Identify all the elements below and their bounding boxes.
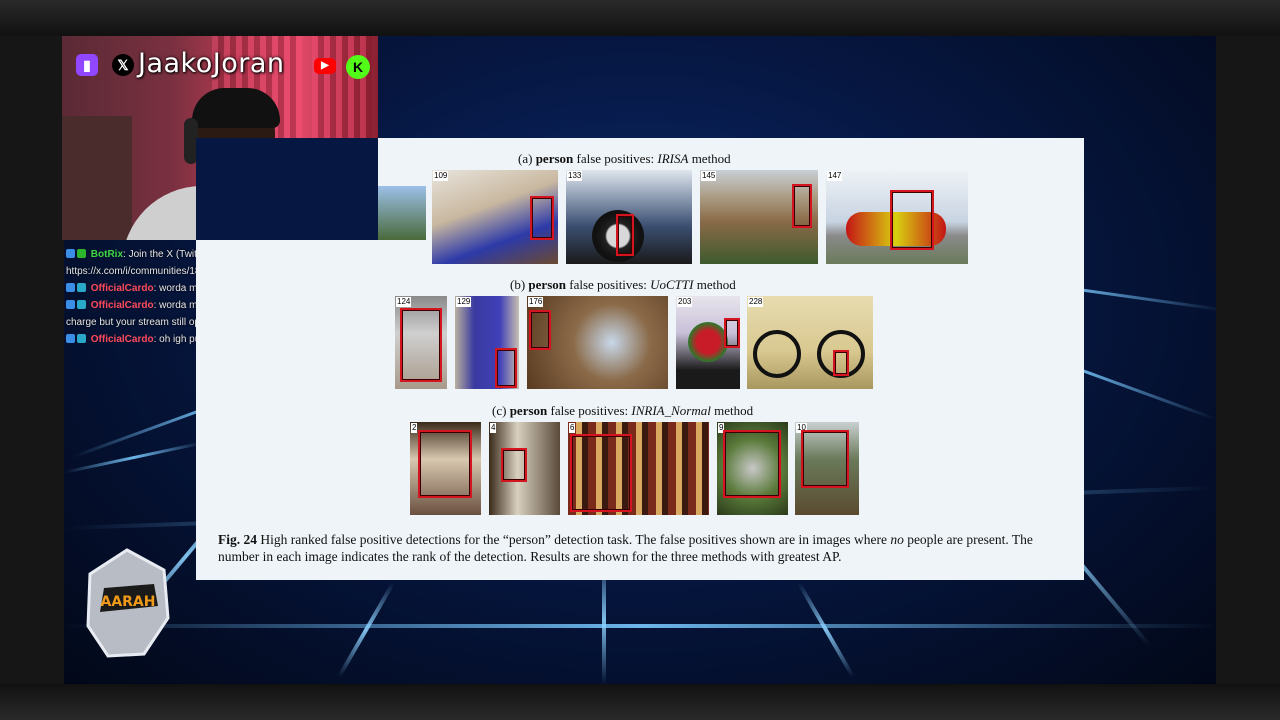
chat-username: OfficialCardo — [90, 300, 154, 311]
badge-icon — [77, 334, 86, 343]
detection-box — [724, 318, 740, 348]
figure-thumbnail: 6 — [568, 422, 709, 515]
figure-thumbnail: 147 — [826, 170, 968, 264]
badge-icon — [77, 283, 86, 292]
chat-username: OfficialCardo — [90, 283, 154, 294]
badge-icon — [66, 283, 75, 292]
verified-icon — [77, 249, 86, 258]
rank-label: 147 — [827, 171, 843, 181]
detection-box — [400, 308, 442, 382]
badge-icon — [66, 300, 75, 309]
subfigure-caption-c: (c) person false positives: INRIA_Normal… — [492, 403, 754, 418]
badge-icon — [77, 300, 86, 309]
detection-box — [530, 196, 554, 240]
figure-thumbnail: 133 — [566, 170, 692, 264]
figure-thumbnail: 203 — [676, 296, 740, 389]
figure-thumbnail: 9 — [717, 422, 788, 515]
rank-label: 145 — [701, 171, 717, 181]
detection-box — [501, 448, 527, 482]
youtube-icon: ▶ — [314, 58, 336, 74]
chat-username: BotRix — [90, 249, 124, 260]
rank-label: 228 — [748, 297, 764, 307]
figure-caption: Fig. 24 High ranked false positive detec… — [218, 532, 1033, 564]
rank-label: 6 — [569, 423, 576, 433]
rank-label: 176 — [528, 297, 544, 307]
detection-box — [570, 434, 632, 512]
twitch-icon: ▮ — [76, 54, 98, 76]
figure-thumbnail: 10 — [795, 422, 859, 515]
figure-thumbnail: 129 — [455, 296, 519, 389]
detection-box — [418, 430, 472, 498]
stream-bottom-border — [0, 684, 1280, 720]
detection-box — [723, 430, 781, 498]
figure-thumbnail: 145 — [700, 170, 818, 264]
rank-label: 203 — [677, 297, 693, 307]
rank-label: 133 — [567, 171, 583, 181]
subfigure-caption-b: (b) person false positives: UoCTTI metho… — [510, 277, 736, 292]
rank-label: 124 — [396, 297, 412, 307]
streamer-logo: AARAH — [86, 548, 170, 658]
detection-box — [801, 430, 849, 488]
stream-top-border — [0, 0, 1280, 36]
figure-thumbnail: 124 — [395, 296, 447, 389]
figure-thumbnail: 4 — [489, 422, 560, 515]
detection-box — [792, 184, 812, 228]
figure-thumbnail: 2 — [410, 422, 481, 515]
paper-figure-panel: (a) person false positives: IRISA method… — [196, 138, 1084, 580]
rank-label: 4 — [490, 423, 497, 433]
detection-box — [495, 348, 517, 388]
channel-name: JaakoJoran — [138, 48, 285, 79]
chat-username: OfficialCardo — [90, 334, 154, 345]
figure-thumbnail: 109 — [432, 170, 558, 264]
rank-label: 2 — [411, 423, 418, 433]
stream-right-border — [1216, 36, 1280, 684]
detection-box — [833, 350, 849, 376]
logo-text: AARAH — [100, 594, 155, 610]
badge-icon — [66, 334, 75, 343]
detection-box — [616, 214, 634, 256]
rank-label: 129 — [456, 297, 472, 307]
detection-box — [529, 310, 551, 350]
x-icon: 𝕏 — [112, 54, 134, 76]
subfigure-caption-a: (a) person false positives: IRISA method — [518, 151, 731, 166]
stream-left-border — [0, 36, 64, 684]
kick-icon: K — [346, 55, 370, 79]
badge-icon — [66, 249, 75, 258]
figure-thumbnail: 176 — [527, 296, 668, 389]
detection-box — [890, 190, 934, 250]
figure-thumbnail: 228 — [747, 296, 873, 389]
rank-label: 109 — [433, 171, 449, 181]
